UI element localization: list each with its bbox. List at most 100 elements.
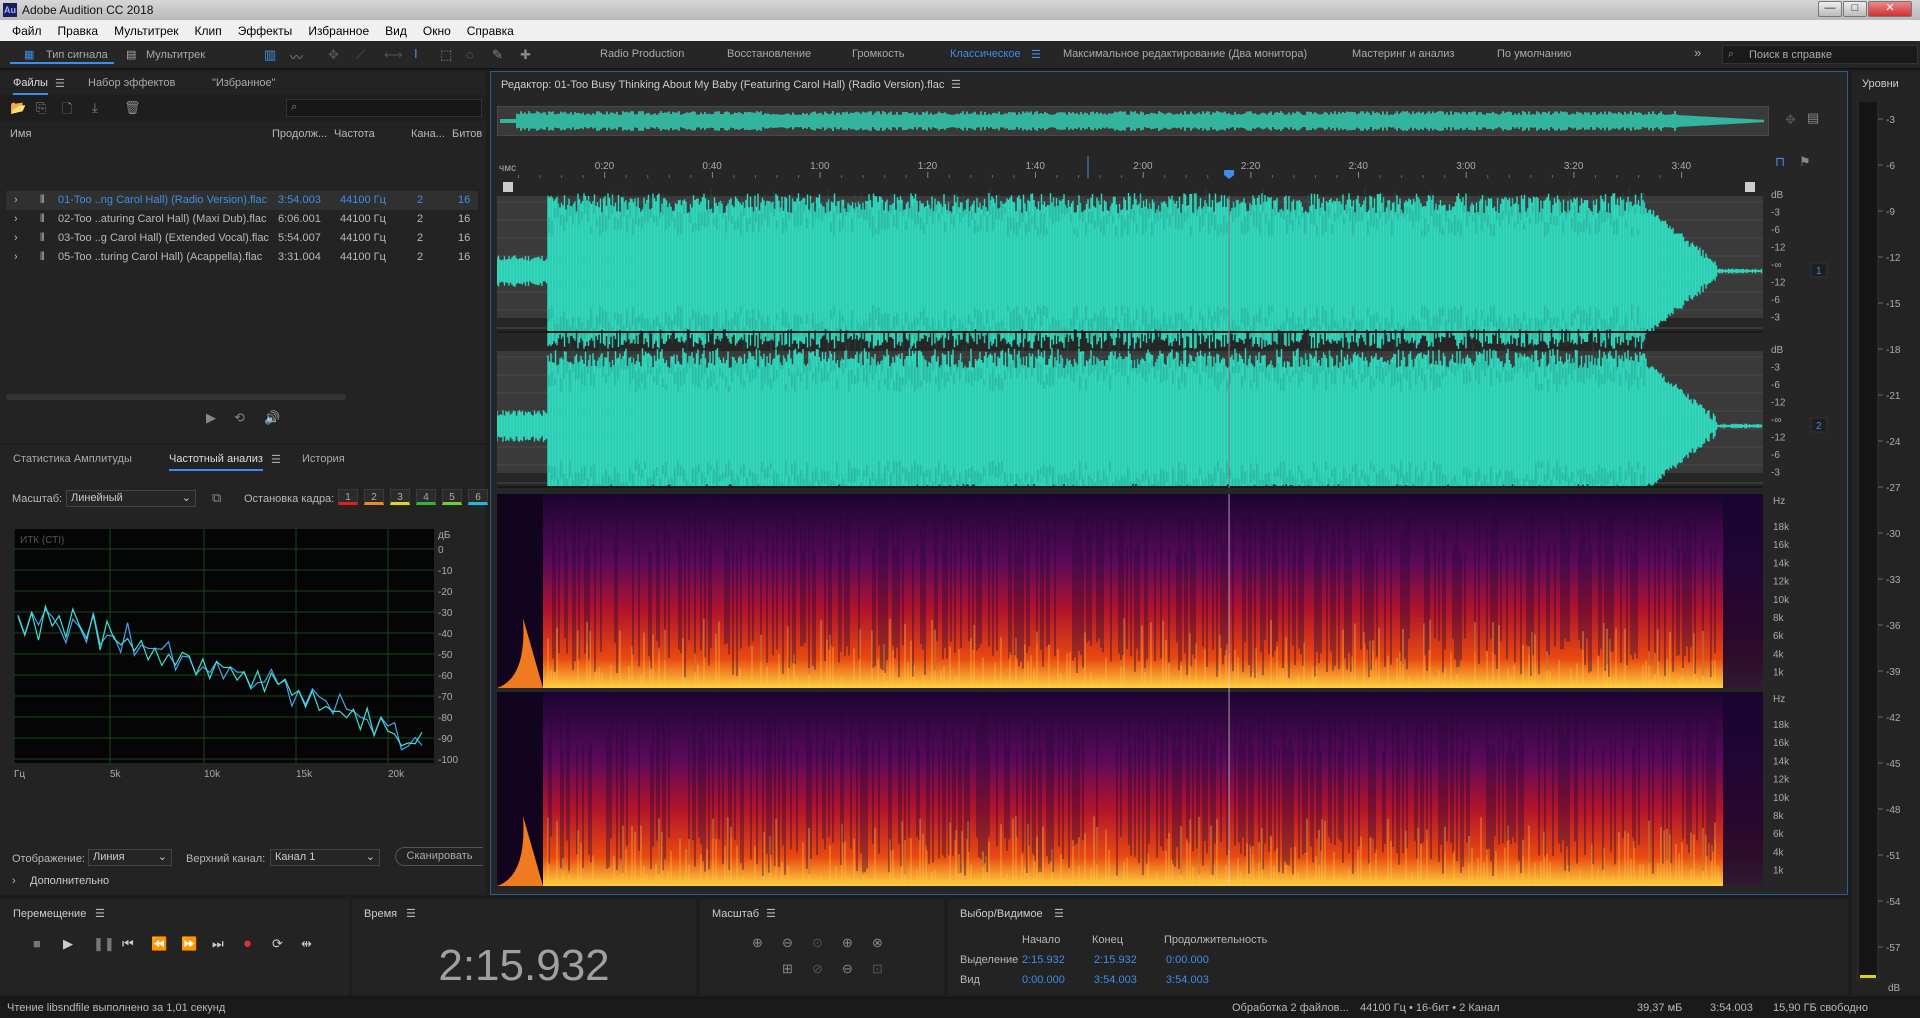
channel-select[interactable]: Канал 1 ⌄ bbox=[270, 849, 380, 866]
tab-freq-menu-icon[interactable]: ☰ bbox=[271, 453, 281, 466]
multitrack-mode-button[interactable]: ▤ Мультитрек bbox=[124, 46, 224, 64]
zoom-in-amplitude-icon[interactable]: ⊕ bbox=[752, 935, 763, 951]
rewind-icon[interactable]: ⏪ bbox=[151, 936, 167, 952]
waveform-mode-button[interactable]: ▦ Тип сигнала bbox=[10, 46, 114, 64]
brush-tool-icon[interactable]: ✎ bbox=[492, 47, 503, 63]
preview-play-icon[interactable]: ▶ bbox=[206, 410, 216, 426]
view-duration[interactable]: 3:54.003 bbox=[1166, 974, 1209, 986]
freeze-slot-button[interactable]: 1 bbox=[338, 489, 358, 505]
advanced-toggle[interactable]: Дополнительно bbox=[30, 875, 109, 887]
help-search-box[interactable]: ⌕ Поиск в справке bbox=[1722, 45, 1918, 64]
file-row[interactable]: › ⫴ 01-Too ..ng Carol Hall) (Radio Version… bbox=[6, 191, 478, 210]
freeze-slot-button[interactable]: 5 bbox=[442, 489, 462, 505]
tab-effects-rack[interactable]: Набор эффектов bbox=[88, 77, 175, 89]
file-row[interactable]: › ⫴ 05-Too ..turing Carol Hall) (Acappella… bbox=[6, 248, 478, 267]
import-file-icon[interactable]: ⎘ bbox=[36, 100, 46, 116]
scan-button[interactable]: Сканировать bbox=[395, 847, 483, 866]
chevron-right-icon[interactable]: › bbox=[12, 875, 16, 887]
zoom-reset-icon[interactable]: ✥ bbox=[1785, 112, 1796, 128]
col-rate[interactable]: Частота bbox=[334, 128, 375, 140]
menu-multitrack[interactable]: Мультитрек bbox=[106, 24, 186, 38]
tab-favorites[interactable]: "Избранное" bbox=[212, 77, 276, 89]
workspace-loudness[interactable]: Громкость bbox=[852, 48, 904, 60]
workspace-radio-production[interactable]: Radio Production bbox=[600, 48, 684, 60]
stop-icon[interactable]: ■ bbox=[33, 936, 41, 951]
zoom-out-time-icon[interactable]: ⊖ bbox=[842, 961, 853, 977]
menu-effects[interactable]: Эффекты bbox=[230, 24, 301, 38]
col-bits[interactable]: Битов bbox=[452, 128, 482, 140]
zoom-in-point-icon[interactable]: ⊙ bbox=[812, 935, 823, 951]
workspace-classic[interactable]: Классическое bbox=[950, 48, 1021, 60]
editor-menu-icon[interactable]: ☰ bbox=[951, 78, 961, 91]
marker-pin-icon[interactable]: ⚑ bbox=[1799, 154, 1811, 170]
menu-clip[interactable]: Клип bbox=[187, 24, 230, 38]
workspace-mastering[interactable]: Мастеринг и анализ bbox=[1352, 48, 1454, 60]
transport-menu-icon[interactable]: ☰ bbox=[95, 907, 105, 920]
col-channels[interactable]: Кана... bbox=[411, 128, 445, 140]
open-file-icon[interactable]: 📂 bbox=[10, 100, 26, 116]
new-file-icon[interactable]: 🗋 bbox=[62, 100, 72, 122]
selection-duration[interactable]: 0:00.000 bbox=[1166, 954, 1209, 966]
overview-options-icon[interactable]: ▤ bbox=[1807, 110, 1819, 126]
freeze-slot-button[interactable]: 6 bbox=[468, 489, 488, 505]
timeline-lock-icon[interactable]: ⊓ bbox=[1775, 154, 1785, 170]
time-menu-icon[interactable]: ☰ bbox=[406, 907, 416, 920]
zoom-selection-icon[interactable]: ⊞ bbox=[782, 961, 793, 977]
slip-tool-icon[interactable]: ⟷ bbox=[384, 47, 403, 63]
spectral-display[interactable]: Hz 18k 16k 14k 12k 10k 8k 6k 4k 1k Hz 18k 16k 14k 12k 1… bbox=[497, 494, 1841, 890]
waveform-overview[interactable] bbox=[497, 106, 1769, 136]
go-to-start-icon[interactable]: ⏮ bbox=[122, 936, 134, 952]
view-start[interactable]: 0:00.000 bbox=[1022, 974, 1065, 986]
zoom-out-full-icon[interactable]: ⊗ bbox=[872, 935, 883, 951]
minimize-button[interactable]: — bbox=[1818, 1, 1842, 17]
zoom-fit-icon[interactable]: ⊡ bbox=[872, 961, 883, 977]
scale-select[interactable]: Линейный ⌄ bbox=[66, 490, 196, 507]
files-scrollbar[interactable] bbox=[6, 394, 346, 400]
tab-files-menu-icon[interactable]: ☰ bbox=[55, 77, 65, 90]
record-icon[interactable]: ● bbox=[243, 935, 252, 952]
insert-multitrack-icon[interactable]: ⤓ bbox=[92, 100, 98, 116]
marquee-tool-icon[interactable]: ⬚ bbox=[440, 47, 452, 63]
waveform-display[interactable]: dB -3 -6 -12 -∞ -12 -6 -3 1 dB -3 -6 -12 -∞ -12 -6 -3 2 bbox=[497, 178, 1841, 488]
freeze-slot-button[interactable]: 2 bbox=[364, 489, 384, 505]
display-select[interactable]: Линия ⌄ bbox=[88, 849, 172, 866]
zoom-in-time-icon[interactable]: ⊕ bbox=[842, 935, 853, 951]
menu-window[interactable]: Окно bbox=[415, 24, 459, 38]
maximize-button[interactable]: □ bbox=[1843, 1, 1867, 17]
tab-frequency-analysis[interactable]: Частотный анализ bbox=[169, 453, 263, 471]
col-name[interactable]: Имя bbox=[10, 128, 31, 140]
move-tool-icon[interactable]: ✥ bbox=[328, 47, 339, 63]
workspace-default[interactable]: По умолчанию bbox=[1497, 48, 1571, 60]
tab-amplitude-stats[interactable]: Статистика Амплитуды bbox=[13, 453, 132, 465]
loop-icon[interactable]: ⟳ bbox=[272, 936, 283, 952]
menu-edit[interactable]: Правка bbox=[50, 24, 107, 38]
spot-healing-icon[interactable]: ✚ bbox=[520, 47, 531, 63]
tab-history[interactable]: История bbox=[302, 453, 345, 465]
tab-files[interactable]: Файлы bbox=[13, 77, 48, 95]
file-row[interactable]: › ⫴ 03-Too ..g Carol Hall) (Extended Vocal… bbox=[6, 229, 478, 248]
workspace-max-edit[interactable]: Максимальное редактирование (Два монитор… bbox=[1063, 48, 1307, 60]
col-duration[interactable]: Продолж... bbox=[272, 128, 327, 140]
menu-view[interactable]: Вид bbox=[377, 24, 415, 38]
view-end[interactable]: 3:54.003 bbox=[1094, 974, 1137, 986]
fast-forward-icon[interactable]: ⏩ bbox=[181, 936, 197, 952]
go-to-end-icon[interactable]: ⏭ bbox=[212, 936, 224, 952]
more-workspaces-button[interactable]: » bbox=[1694, 45, 1701, 60]
time-selection-tool-icon[interactable]: I bbox=[414, 46, 418, 61]
razor-tool-icon[interactable]: ⟋ bbox=[356, 47, 365, 63]
menu-help[interactable]: Справка bbox=[459, 24, 522, 38]
pause-icon[interactable]: ❚❚ bbox=[93, 936, 115, 952]
waveform-view-icon[interactable]: ▥ bbox=[264, 47, 276, 63]
frame-snapshot-icon[interactable]: ⧉ bbox=[212, 490, 221, 506]
lasso-tool-icon[interactable]: ◌ bbox=[466, 47, 474, 62]
freeze-slot-button[interactable]: 4 bbox=[416, 489, 436, 505]
menu-favorites[interactable]: Избранное bbox=[300, 24, 377, 38]
close-button[interactable]: ✕ bbox=[1868, 1, 1912, 17]
file-row[interactable]: › ⫴ 02-Too ..aturing Carol Hall) (Maxi Dub… bbox=[6, 210, 478, 229]
preview-loop-icon[interactable]: ⟲ bbox=[234, 410, 245, 426]
selection-start[interactable]: 2:15.932 bbox=[1022, 954, 1065, 966]
zoom-out-amplitude-icon[interactable]: ⊖ bbox=[782, 935, 793, 951]
preview-volume-icon[interactable]: 🔊 bbox=[264, 410, 280, 426]
workspace-menu-icon[interactable]: ☰ bbox=[1031, 48, 1041, 61]
workspace-restoration[interactable]: Восстановление bbox=[727, 48, 811, 60]
